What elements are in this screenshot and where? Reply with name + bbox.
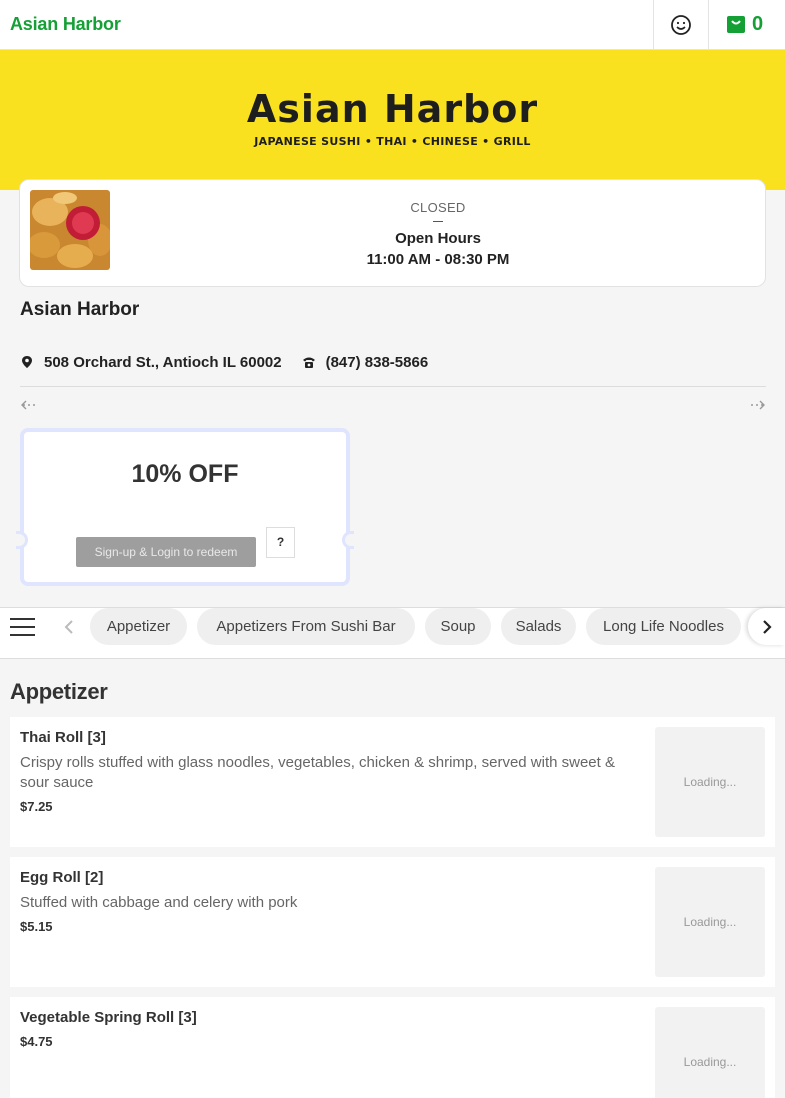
menu-icon[interactable] (10, 616, 36, 638)
coupon-help-button[interactable]: ? (266, 527, 295, 558)
logo-subtitle: JAPANESE SUSHI • THAI • CHINESE • GRILL (254, 135, 531, 148)
item-price: $7.25 (20, 799, 53, 814)
coupon-notch (16, 531, 28, 549)
open-hours-time: 11:00 AM - 08:30 PM (366, 251, 510, 268)
item-description: Crispy rolls stuffed with glass noodles,… (20, 754, 615, 791)
contact-row: 508 Orchard St., Antioch IL 60002 (847) … (20, 352, 448, 372)
divider (20, 386, 766, 387)
scroll-right-button[interactable] (748, 608, 785, 645)
cart-count[interactable]: 0 (752, 13, 763, 36)
chevron-left-icon[interactable] (62, 619, 76, 635)
top-bar: Asian Harbor 0 (0, 0, 785, 50)
restaurant-info-card: CLOSED Open Hours 11:00 AM - 08:30 PM (19, 179, 766, 287)
hero-banner: Asian Harbor JAPANESE SUSHI • THAI • CHI… (0, 50, 785, 190)
location-pin-icon (22, 356, 32, 368)
arrow-left-icon[interactable] (20, 398, 38, 412)
category-bar: Appetizer Appetizers From Sushi Bar Soup… (0, 607, 785, 659)
item-description: Stuffed with cabbage and celery with por… (20, 894, 298, 911)
item-name: Egg Roll [2] (20, 869, 104, 886)
category-tab-soup[interactable]: Soup (425, 608, 491, 645)
menu-item[interactable]: Thai Roll [3] Crispy rolls stuffed with … (10, 717, 775, 847)
divider (653, 0, 654, 50)
section-title: Appetizer (10, 679, 108, 704)
item-price: $5.15 (20, 919, 53, 934)
restaurant-thumbnail (30, 190, 110, 270)
category-tab-appetizer[interactable]: Appetizer (90, 608, 187, 645)
item-image-placeholder: Loading... (655, 867, 765, 977)
item-image-placeholder: Loading... (655, 727, 765, 837)
open-hours-label: Open Hours (395, 230, 481, 247)
item-name: Vegetable Spring Roll [3] (20, 1009, 197, 1026)
brand-link[interactable]: Asian Harbor (10, 14, 121, 35)
category-tab-long-life-noodles[interactable]: Long Life Noodles (586, 608, 741, 645)
coupon-title: 10% OFF (131, 460, 239, 488)
menu-item[interactable]: Egg Roll [2] Stuffed with cabbage and ce… (10, 857, 775, 987)
coupon-notch (342, 531, 354, 549)
phone-icon (302, 357, 315, 368)
address-text[interactable]: 508 Orchard St., Antioch IL 60002 (44, 354, 282, 371)
redeem-button[interactable]: Sign-up & Login to redeem (76, 537, 256, 567)
item-image-placeholder: Loading... (655, 1007, 765, 1098)
menu-item[interactable]: Vegetable Spring Roll [3] $4.75 Loading.… (10, 997, 775, 1098)
restaurant-name: Asian Harbor (20, 299, 140, 320)
smiley-icon[interactable] (670, 14, 692, 36)
item-name: Thai Roll [3] (20, 729, 106, 746)
divider (708, 0, 709, 50)
coupon-card: 10% OFF Sign-up & Login to redeem ? (16, 428, 354, 586)
category-tab-salads[interactable]: Salads (501, 608, 576, 645)
logo-title: Asian Harbor (246, 87, 539, 131)
status-label: CLOSED (410, 200, 466, 215)
hours-block: CLOSED Open Hours 11:00 AM - 08:30 PM (320, 200, 556, 268)
chevron-right-icon (763, 620, 772, 634)
category-tab-appetizers-sushi-bar[interactable]: Appetizers From Sushi Bar (197, 608, 415, 645)
arrow-right-icon[interactable] (748, 398, 766, 412)
divider (433, 221, 443, 222)
item-price: $4.75 (20, 1034, 53, 1049)
phone-text[interactable]: (847) 838-5866 (326, 354, 429, 371)
shopping-bag-icon[interactable] (725, 13, 747, 35)
